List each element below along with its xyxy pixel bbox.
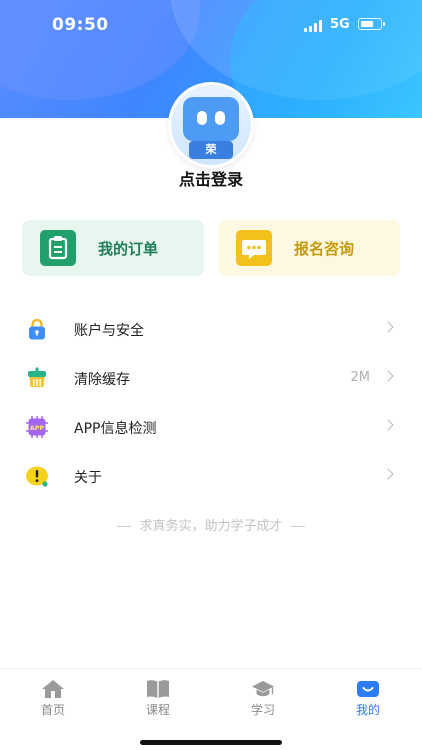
chevron-right-icon	[382, 321, 394, 333]
book-icon	[146, 679, 170, 699]
broom-icon	[25, 366, 49, 390]
chevron-right-icon	[382, 468, 394, 480]
status-time: 09:50	[52, 15, 109, 35]
order-clipboard-icon	[40, 230, 76, 266]
chat-bubble-icon	[236, 230, 272, 266]
chevron-right-icon	[382, 419, 394, 431]
avatar-badge: 荣	[189, 141, 233, 159]
tab-label: 首页	[40, 703, 65, 717]
divider-line	[290, 526, 305, 527]
menu-label: 账户与安全	[74, 323, 144, 339]
slogan-text: 求真务实，助力学子成才	[139, 519, 283, 534]
app-chip-icon: APP	[25, 415, 49, 439]
my-orders-label: 我的订单	[98, 240, 159, 258]
info-alert-icon	[25, 464, 49, 488]
graduation-cap-icon	[251, 679, 275, 699]
menu-app-info-check[interactable]: APP APP信息检测	[0, 405, 422, 449]
status-bar: 09:50 5G	[0, 0, 422, 52]
home-icon	[41, 679, 65, 699]
chevron-right-icon	[382, 370, 394, 382]
avatar[interactable]: 荣	[168, 82, 254, 168]
login-prompt[interactable]: 点击登录	[0, 166, 422, 190]
slogan: 求真务实，助力学子成才	[0, 515, 422, 534]
enroll-consult-label: 报名咨询	[294, 240, 355, 258]
profile-icon	[356, 679, 380, 699]
menu-about[interactable]: 关于	[0, 454, 422, 498]
bottom-tab-bar: 首页 课程 学习 我的	[0, 668, 422, 750]
menu-account-security[interactable]: 账户与安全	[0, 307, 422, 351]
cache-size: 2M	[350, 370, 371, 385]
tab-mine[interactable]: 我的	[338, 677, 398, 717]
tab-label: 我的	[355, 703, 380, 717]
signal-icon	[304, 20, 324, 32]
menu-label: APP信息检测	[74, 421, 157, 437]
tab-courses[interactable]: 课程	[128, 677, 188, 717]
tab-study[interactable]: 学习	[233, 677, 293, 717]
battery-icon	[358, 18, 385, 30]
home-indicator[interactable]	[140, 740, 282, 745]
divider-line	[117, 526, 132, 527]
enroll-consult-card[interactable]: 报名咨询	[218, 220, 400, 276]
lock-icon	[25, 317, 49, 341]
network-type: 5G	[330, 17, 350, 32]
menu-label: 关于	[74, 470, 102, 486]
tab-home[interactable]: 首页	[23, 677, 83, 717]
tab-label: 学习	[250, 703, 275, 717]
menu-clear-cache[interactable]: 清除缓存 2M	[0, 356, 422, 400]
menu-label: 清除缓存	[74, 372, 130, 388]
my-orders-card[interactable]: 我的订单	[22, 220, 204, 276]
tab-label: 课程	[145, 703, 170, 717]
app-chip-text: APP	[30, 424, 45, 432]
